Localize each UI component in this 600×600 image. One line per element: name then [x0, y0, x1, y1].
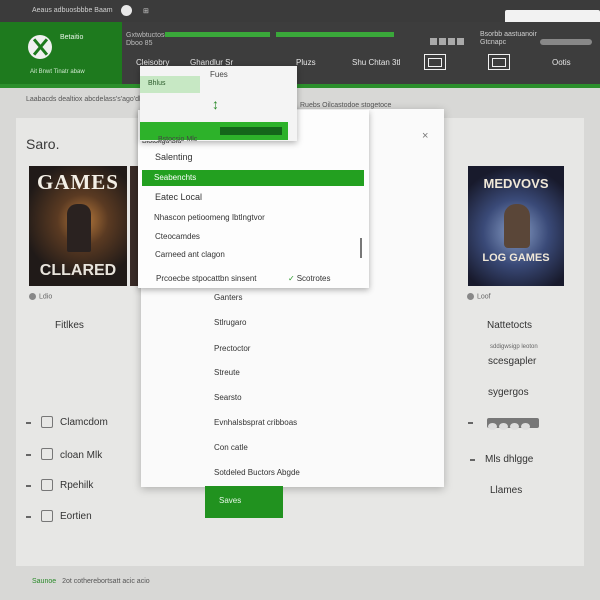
list-item[interactable]: Clamcdom — [60, 417, 108, 428]
chevron-right-icon[interactable] — [468, 422, 473, 424]
account-name[interactable]: Bsorbb aastuanoir — [480, 31, 537, 38]
chevron-right-icon[interactable] — [470, 459, 475, 461]
dropdown-item[interactable]: Salenting — [155, 152, 193, 162]
xbox-logo-icon — [28, 35, 52, 59]
device-icon[interactable] — [488, 54, 510, 70]
list-bullet — [26, 485, 31, 487]
account-sub: Gtcnapc — [480, 39, 507, 46]
header-accent-line — [0, 84, 600, 88]
cover-label-left: Ldio — [29, 293, 52, 300]
cover-title-top: GAMES — [36, 170, 119, 194]
save-button[interactable]: Saves — [205, 486, 283, 518]
library-icon[interactable] — [424, 54, 446, 70]
popup-labels: Bstocsio Mlc — [158, 136, 198, 143]
cover-figure — [67, 204, 91, 252]
right-item-2[interactable]: Llames — [490, 485, 522, 496]
scrollbar[interactable] — [360, 238, 362, 258]
dropdown-item[interactable]: Cteocamdes — [155, 232, 200, 241]
nav-item-5[interactable]: Ootis — [552, 58, 571, 67]
right-subtext-3: sygergos — [488, 387, 529, 398]
top-bar-text: Aeaus adbuosbbbe Baam — [32, 7, 113, 14]
brand-block[interactable]: Betaitio Ait Bnwt Tinatr abaw — [0, 22, 122, 84]
status-icons — [430, 32, 470, 45]
dropdown-item[interactable]: Nhascon petioomeng Ibtlngtvor — [154, 213, 265, 222]
settings-icon[interactable] — [121, 5, 132, 16]
game-cover-right[interactable]: MEDVOVS LOG GAMES — [468, 166, 564, 286]
brand-title: Betaitio — [60, 34, 84, 41]
list-item[interactable]: Eortien — [60, 511, 92, 522]
cover-figure — [504, 204, 530, 248]
dropdown-item-selected-label: Seabenchts — [154, 173, 197, 182]
list-item[interactable]: cloan Mlk — [60, 450, 102, 461]
right-subtext-1: sddigwsigp leoton — [490, 344, 538, 350]
header-meta-2: Dboo 85 — [126, 40, 153, 47]
nav-item-3[interactable]: Pluzs — [296, 58, 316, 67]
platform-badges — [487, 418, 539, 430]
popup-title: Fues — [210, 70, 228, 79]
progress-bar-2 — [276, 32, 394, 37]
app-header: Betaitio Ait Bnwt Tinatr abaw Gxtwbtucto… — [0, 22, 600, 84]
menu-item[interactable]: Searsto — [214, 393, 242, 402]
menu-item[interactable]: Prectoctor — [214, 344, 250, 353]
menu-item[interactable]: Evnhalsbsprat cribboas — [214, 418, 297, 427]
screen-icon — [41, 510, 53, 522]
controller-icon — [41, 416, 53, 428]
left-heading: Fitlkes — [55, 320, 84, 331]
list-bullet — [26, 454, 31, 456]
cover-title-bottom: LOG GAMES — [482, 252, 550, 264]
cover-title-top: MEDVOVS — [483, 176, 549, 191]
breadcrumb-secondary[interactable]: Ruebs Oilcastodoe stogetoce — [300, 102, 391, 109]
cover-title-bottom: CLLARED — [39, 262, 117, 279]
right-item-1[interactable]: Mls dhlgge — [485, 454, 533, 465]
nav-item-4[interactable]: Shu Chtan 3tl — [352, 58, 400, 67]
dropdown-item[interactable]: Carneed ant clagon — [155, 250, 225, 259]
page-title: Saro. — [26, 136, 60, 152]
list-item[interactable]: Rpehilk — [60, 480, 93, 491]
close-icon[interactable]: × — [422, 130, 428, 142]
list-bullet — [26, 422, 31, 424]
right-subtext-2: scesgapler — [488, 356, 537, 367]
menu-item[interactable]: Streute — [214, 368, 240, 377]
cover-label-right: Loof — [467, 293, 491, 300]
heart-icon[interactable] — [29, 293, 36, 300]
dropdown-footer: Prcoecbe stpocattbn sinsent — [156, 274, 257, 283]
popup-tab[interactable]: Bhlus — [140, 76, 200, 93]
user-icon — [41, 448, 53, 460]
top-bar: Aeaus adbuosbbbe Baam ⊞ — [0, 0, 600, 24]
right-heading: Nattetocts — [487, 320, 533, 331]
save-button-label: Saves — [219, 496, 242, 505]
tooltip-popup: Bhlus Fues ↕ Bstocsio Mlc — [140, 66, 297, 143]
list-bullet — [26, 516, 31, 518]
menu-item[interactable]: Con catle — [214, 443, 248, 452]
popup-tab-label: Bhlus — [148, 80, 166, 87]
menu-item[interactable]: Ganters — [214, 293, 242, 302]
brand-subtitle: Ait Bnwt Tinatr abaw — [30, 69, 85, 75]
progress-bar-1 — [165, 32, 270, 37]
menu-item[interactable]: Stlrugaro — [214, 318, 246, 327]
footer: Saunoe 2ot cotherebortsatt acic acio — [32, 578, 150, 585]
account-status-pill — [540, 39, 592, 45]
footer-text: 2ot cotherebortsatt acic acio — [62, 578, 150, 585]
heart-icon[interactable] — [467, 293, 474, 300]
game-cover-left[interactable]: GAMES CLLARED — [29, 166, 127, 286]
footer-accent[interactable]: Saunoe — [32, 578, 56, 585]
breadcrumb[interactable]: Laabacds dealtiox abcdelass's'ago'dlo — [26, 96, 144, 103]
document-icon — [41, 479, 53, 491]
window-icon[interactable]: ⊞ — [143, 7, 149, 15]
dropdown-footer-check[interactable]: Scotrotes — [288, 274, 331, 283]
sort-arrow-icon[interactable]: ↕ — [212, 96, 219, 112]
menu-item[interactable]: Sotdeled Buctors Abgde — [214, 468, 300, 477]
dropdown-item-selected[interactable]: Seabenchts — [142, 170, 364, 186]
dropdown-item[interactable]: Eatec Local — [155, 192, 202, 202]
